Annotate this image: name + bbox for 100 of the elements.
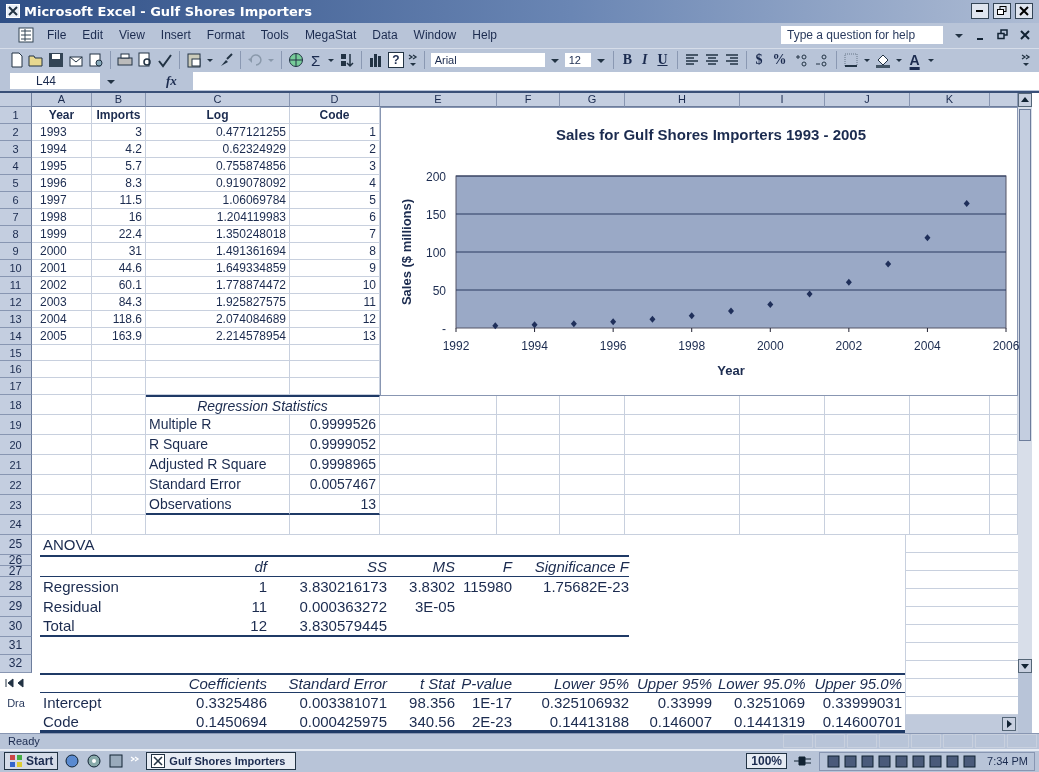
column-header[interactable]: D — [290, 92, 380, 107]
grid-cell — [92, 475, 146, 495]
column-header[interactable]: F — [497, 92, 560, 107]
desktop-icon[interactable] — [108, 753, 125, 770]
font-size-field[interactable]: 12 — [564, 53, 591, 68]
folder-icon[interactable] — [28, 52, 44, 69]
column-header[interactable]: C — [146, 92, 290, 107]
menu-item[interactable]: Edit — [79, 28, 107, 43]
column-header[interactable]: G — [560, 92, 625, 107]
chevron-icon[interactable] — [1021, 52, 1031, 69]
select-all-corner[interactable] — [0, 92, 32, 107]
tray-icon[interactable] — [962, 754, 978, 769]
row-header[interactable]: 17 — [0, 378, 32, 395]
row-header[interactable]: 23 — [0, 495, 32, 515]
increase-decimal-icon[interactable] — [793, 52, 810, 69]
start-button[interactable]: Start — [4, 752, 59, 771]
tray-icon[interactable] — [843, 754, 859, 769]
clipboard-icon[interactable] — [186, 52, 202, 69]
zoom-indicator[interactable]: 100% — [746, 753, 788, 770]
tray-icon[interactable] — [826, 754, 842, 769]
bold-button[interactable]: B — [619, 52, 635, 69]
close-icon[interactable] — [1019, 29, 1031, 42]
row-header[interactable]: 28 — [0, 576, 32, 597]
media-icon[interactable] — [86, 753, 103, 770]
menu-item[interactable]: View — [116, 28, 148, 43]
menu-item[interactable]: Window — [410, 28, 460, 43]
power-plug-icon[interactable] — [793, 754, 814, 769]
row-header[interactable]: 22 — [0, 475, 32, 495]
help-search-field[interactable]: Type a question for help — [781, 26, 943, 45]
table-cell: 1994 — [32, 140, 92, 158]
column-header[interactable]: B — [92, 92, 146, 107]
currency-button[interactable]: $ — [752, 52, 766, 69]
scroll-thumb[interactable] — [1019, 108, 1031, 441]
menu-item[interactable]: Help — [469, 28, 500, 43]
function-button[interactable]: fx — [166, 73, 177, 90]
autosum-button[interactable]: Σ — [308, 51, 324, 69]
font-name-field[interactable]: Arial — [430, 53, 545, 68]
percent-button[interactable]: % — [769, 52, 790, 69]
table-cell-text: 12 — [249, 617, 268, 635]
chevron-icon[interactable] — [407, 52, 418, 69]
formula-field[interactable] — [192, 72, 1039, 91]
font-color-button[interactable]: A — [906, 52, 923, 69]
column-header[interactable]: A — [32, 92, 92, 107]
sort-icon[interactable] — [339, 52, 356, 69]
document-icon[interactable] — [88, 52, 104, 69]
tray-icon[interactable] — [894, 754, 910, 769]
row-header[interactable]: 18 — [0, 395, 32, 415]
tray-icon[interactable] — [945, 754, 961, 769]
print-icon[interactable] — [117, 52, 133, 69]
column-header[interactable] — [990, 92, 1018, 107]
new-document-icon[interactable] — [10, 52, 24, 69]
underline-button[interactable]: U — [654, 52, 671, 69]
italic-button[interactable]: I — [638, 52, 651, 69]
restore-button[interactable] — [993, 3, 1011, 20]
globe-icon[interactable] — [288, 52, 304, 69]
restore-icon[interactable] — [997, 29, 1009, 42]
menu-item[interactable]: MegaStat — [301, 28, 360, 43]
row-header[interactable]: 21 — [0, 455, 32, 475]
decrease-decimal-icon[interactable] — [813, 52, 830, 69]
column-header[interactable]: K — [910, 92, 990, 107]
tray-icon[interactable] — [928, 754, 944, 769]
brush-icon[interactable] — [218, 52, 234, 69]
preview-icon[interactable] — [137, 52, 153, 69]
row-header[interactable]: 26 — [0, 554, 32, 566]
column-heading: Coefficients — [187, 674, 268, 692]
menu-item[interactable]: Insert — [157, 28, 194, 43]
workbook-icon[interactable] — [18, 27, 34, 44]
taskbar-button[interactable]: Gulf Shores Importers — [146, 752, 297, 771]
grid-cell — [32, 395, 92, 415]
tray-icon[interactable] — [860, 754, 876, 769]
row-header[interactable]: 24 — [0, 515, 32, 535]
tray-icon[interactable] — [911, 754, 927, 769]
fill-bucket-icon[interactable] — [874, 52, 891, 69]
column-header[interactable]: J — [825, 92, 910, 107]
row-header[interactable]: 16 — [0, 361, 32, 379]
borders-icon[interactable] — [842, 52, 859, 69]
row-header[interactable]: 19 — [0, 415, 32, 435]
column-header[interactable]: I — [740, 92, 825, 107]
tray-icon[interactable] — [877, 754, 893, 769]
close-button[interactable] — [1015, 3, 1033, 20]
drawing-toolbar-label[interactable]: Dra — [7, 696, 25, 709]
browser-icon[interactable] — [64, 753, 81, 770]
menu-item[interactable]: File — [44, 28, 70, 43]
row-header[interactable]: 27 — [0, 565, 32, 577]
row-header[interactable]: 30 — [0, 616, 32, 637]
row-header[interactable]: 29 — [0, 596, 32, 617]
save-icon[interactable] — [48, 52, 64, 69]
help-button[interactable]: ? — [388, 52, 404, 69]
vertical-scrollbar[interactable] — [1018, 92, 1032, 733]
checkmark-icon[interactable] — [157, 52, 173, 69]
menu-item[interactable]: Tools — [257, 28, 292, 43]
name-box[interactable]: L44 — [10, 73, 100, 90]
table-cell: 31 — [92, 242, 146, 260]
row-header[interactable]: 20 — [0, 435, 32, 455]
column-header[interactable]: H — [625, 92, 740, 107]
row-header[interactable]: 25 — [0, 534, 32, 555]
menu-item[interactable]: Data — [369, 28, 401, 43]
menu-item[interactable]: Format — [203, 28, 248, 43]
column-header[interactable]: E — [380, 92, 497, 107]
minimize-button[interactable] — [971, 3, 989, 20]
